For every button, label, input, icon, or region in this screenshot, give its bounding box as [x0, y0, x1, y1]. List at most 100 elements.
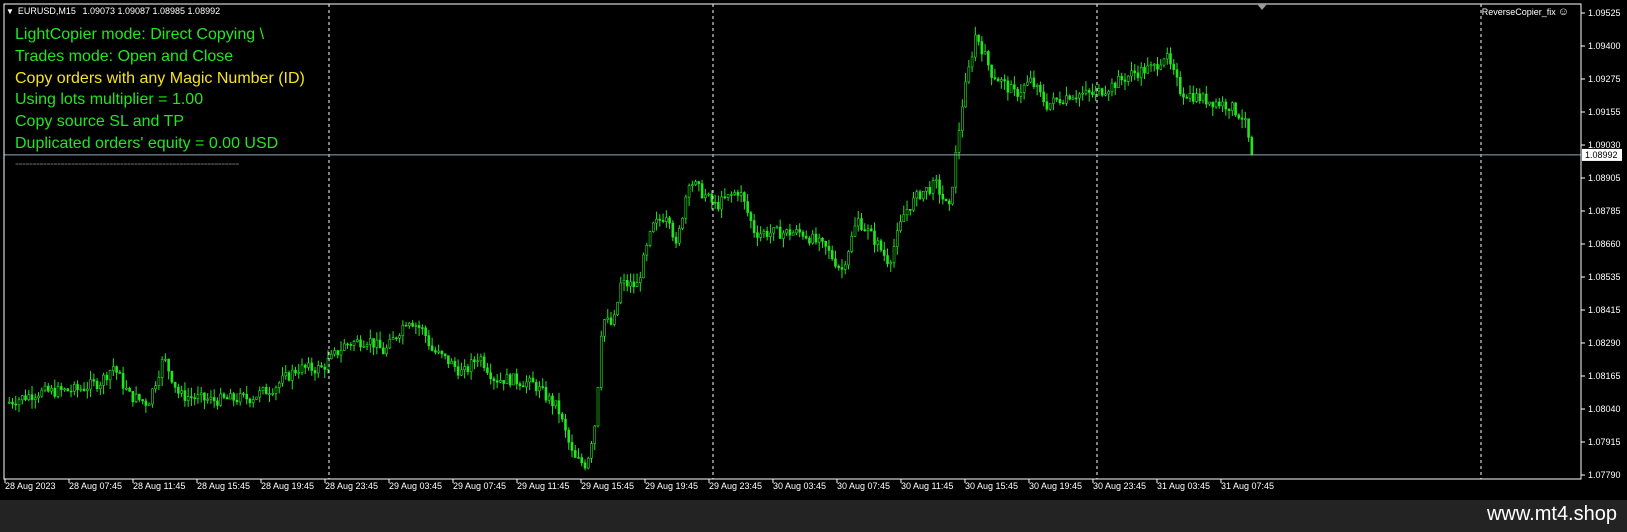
- candle-body: [1231, 102, 1234, 111]
- candle-body: [164, 358, 167, 361]
- candle-body: [395, 337, 398, 340]
- time-tick-label: 29 Aug 23:45: [709, 481, 762, 491]
- candle-body: [1078, 93, 1081, 99]
- candle-body: [671, 222, 675, 238]
- candle-body: [876, 240, 880, 245]
- time-tick-label: 29 Aug 07:45: [453, 481, 506, 491]
- candle-body: [1139, 67, 1143, 78]
- candle-body: [229, 393, 232, 400]
- candle-body: [199, 392, 203, 396]
- candle-body: [154, 385, 157, 390]
- candle-body: [570, 442, 574, 451]
- candle-body: [20, 395, 24, 401]
- candle-body: [853, 225, 857, 237]
- chart-window[interactable]: 1.09525 1.09400 1.09275 1.09155 1.09030 1.089…: [0, 0, 1627, 500]
- candle-body: [1009, 84, 1013, 93]
- candle-body: [1218, 101, 1221, 107]
- candle-body: [196, 394, 200, 399]
- candle-body: [404, 324, 408, 327]
- candle-body: [1026, 81, 1029, 86]
- candle-body: [551, 395, 554, 407]
- time-tick-label: 31 Aug 03:45: [1157, 481, 1210, 491]
- candle-body: [638, 277, 642, 283]
- watermark: www.mt4.shop: [1486, 503, 1617, 525]
- candle-body: [460, 369, 463, 376]
- candle-body: [678, 228, 681, 244]
- time-tick-label: 28 Aug 19:45: [261, 481, 314, 491]
- candle-body: [808, 237, 811, 244]
- candle-body: [694, 181, 697, 185]
- candle-body: [1237, 114, 1241, 119]
- candle-body: [596, 387, 600, 427]
- candle-body: [17, 399, 21, 406]
- candle-body: [964, 81, 967, 108]
- candle-body: [294, 369, 297, 374]
- candle-body: [443, 353, 447, 357]
- candle-body: [40, 389, 44, 397]
- candle-body: [612, 314, 616, 325]
- candle-body: [456, 366, 460, 376]
- candle-body: [193, 397, 196, 399]
- status-line-sltp: Copy source SL and TP: [15, 113, 184, 131]
- expert-advisor-label[interactable]: ReverseCopier_fix ☺: [1482, 6, 1569, 18]
- candle-body: [82, 388, 86, 391]
- candle-body: [492, 378, 496, 382]
- candle-body: [303, 364, 307, 368]
- candle-body: [609, 317, 613, 325]
- candle-body: [1120, 75, 1124, 81]
- candle-body: [1081, 92, 1084, 95]
- candle-body: [1191, 93, 1195, 102]
- candle-body: [408, 322, 411, 327]
- candle-body: [704, 194, 707, 199]
- candle-body: [316, 365, 320, 374]
- candle-body: [577, 457, 580, 459]
- candle-body: [437, 350, 440, 353]
- candle-body: [112, 366, 115, 371]
- time-tick-label: 29 Aug 15:45: [581, 481, 634, 491]
- candle-body: [665, 217, 668, 222]
- price-tick-label: 1.09030: [1588, 140, 1621, 150]
- candle-body: [216, 400, 219, 406]
- candle-body: [128, 387, 131, 392]
- candle-body: [977, 34, 980, 42]
- candle-body: [931, 180, 935, 194]
- candle-body: [1013, 84, 1016, 90]
- candle-body: [1061, 102, 1065, 105]
- candle-body: [121, 373, 125, 389]
- candle-body: [795, 229, 798, 234]
- price-tick-label: 1.08040: [1588, 404, 1621, 414]
- collapse-triangle-icon[interactable]: ▼: [6, 7, 14, 16]
- time-tick-label: 30 Aug 15:45: [965, 481, 1018, 491]
- candle-body: [79, 388, 83, 391]
- candle-body: [918, 191, 922, 199]
- candle-body: [284, 372, 288, 377]
- candle-body: [1143, 67, 1146, 74]
- candle-body: [505, 374, 509, 384]
- candle-body: [369, 338, 372, 345]
- candle-body: [834, 258, 837, 267]
- candle-body: [1136, 72, 1140, 78]
- candle-body: [1211, 101, 1215, 108]
- expert-name: ReverseCopier_fix: [1481, 7, 1556, 17]
- candle-body: [541, 386, 545, 388]
- candle-body: [417, 325, 421, 328]
- candle-body: [173, 381, 177, 388]
- candle-body: [238, 393, 242, 403]
- candle-body: [1087, 89, 1091, 93]
- candle-body: [1084, 89, 1088, 94]
- candle-body: [658, 218, 662, 221]
- candle-body: [948, 200, 951, 205]
- smiley-icon[interactable]: ☺: [1558, 6, 1569, 18]
- candle-body: [251, 399, 255, 404]
- candle-body: [684, 196, 688, 219]
- candle-body: [700, 183, 704, 199]
- candle-body: [138, 393, 141, 400]
- candle-body: [277, 382, 281, 388]
- candle-body: [499, 380, 502, 383]
- candle-body: [242, 393, 245, 395]
- price-tick-label: 1.08785: [1588, 206, 1621, 216]
- symbol-header: ▼ EURUSD,M15 1.09073 1.09087 1.08985 1.08…: [6, 6, 220, 16]
- candle-body: [365, 344, 369, 347]
- candle-body: [1117, 75, 1120, 88]
- candle-body: [482, 356, 486, 369]
